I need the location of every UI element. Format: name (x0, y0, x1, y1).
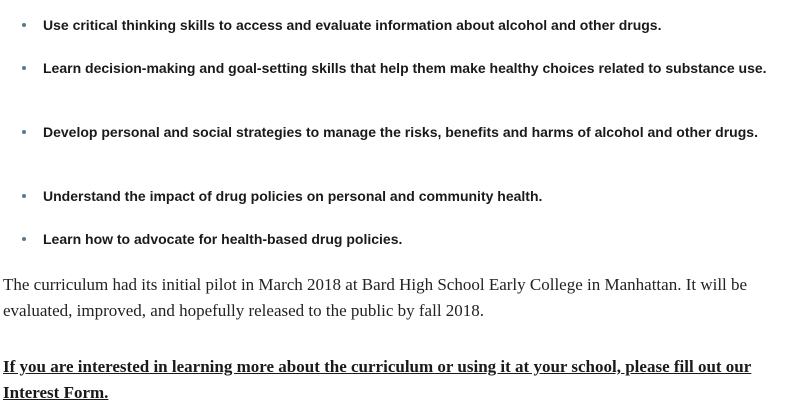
bullet-text: Develop personal and social strategies t… (43, 124, 758, 140)
bullet-icon (22, 194, 26, 198)
bullet-text: Learn decision-making and goal-setting s… (43, 60, 767, 76)
bullet-text: Learn how to advocate for health-based d… (43, 231, 403, 247)
bullet-icon (22, 237, 26, 241)
curriculum-pilot-paragraph: The curriculum had its initial pilot in … (3, 275, 748, 320)
interest-form-paragraph: If you are interested in learning more a… (3, 354, 793, 406)
bullet-text: Use critical thinking skills to access a… (43, 17, 662, 33)
bullet-text: Understand the impact of drug policies o… (43, 188, 543, 204)
bullet-icon (22, 23, 26, 27)
interest-form-link[interactable]: If you are interested in learning more a… (3, 357, 751, 402)
bullet-icon (22, 66, 26, 70)
bullet-icon (22, 130, 26, 134)
